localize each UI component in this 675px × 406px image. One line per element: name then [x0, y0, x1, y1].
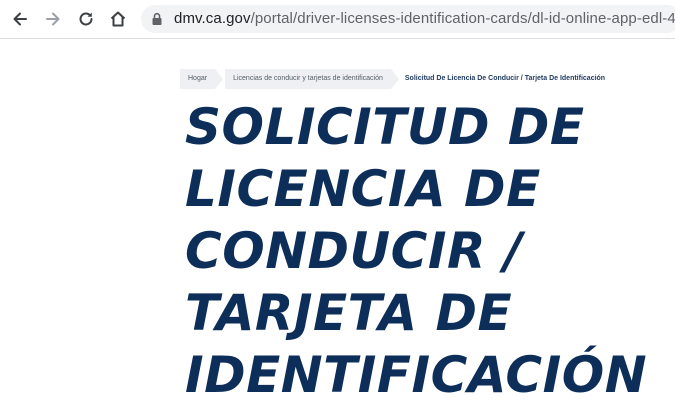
breadcrumb: Hogar Licencias de conducir y tarjetas d… [180, 69, 613, 89]
forward-arrow-icon[interactable] [41, 7, 65, 31]
page-title-line: IDENTIFICACIÓN [185, 346, 648, 404]
address-bar[interactable]: dmv.ca.gov/portal/driver-licenses-identi… [141, 5, 675, 33]
page-content: Hogar Licencias de conducir y tarjetas d… [0, 39, 675, 404]
page-title-line: SOLICITUD DE [185, 98, 585, 156]
back-arrow-icon[interactable] [8, 7, 32, 31]
breadcrumb-item-licenses[interactable]: Licencias de conducir y tarjetas de iden… [225, 69, 399, 89]
home-icon[interactable] [106, 7, 130, 31]
breadcrumb-item-current: Solicitud De Licencia De Conducir / Tarj… [404, 75, 606, 82]
page-title-line: TARJETA DE [185, 284, 513, 342]
url-path: /portal/driver-licenses-identification-c… [250, 10, 675, 27]
breadcrumb-item-home[interactable]: Hogar [180, 69, 224, 89]
reload-icon[interactable] [74, 7, 98, 31]
url-text[interactable]: dmv.ca.gov/portal/driver-licenses-identi… [174, 10, 675, 27]
url-domain: dmv.ca.gov [174, 10, 251, 27]
lock-icon[interactable] [151, 12, 163, 26]
browser-toolbar: dmv.ca.gov/portal/driver-licenses-identi… [0, 0, 675, 38]
page-title-line: CONDUCIR / [185, 222, 523, 280]
page-title: SOLICITUD DE LICENCIA DE CONDUCIR / TARJ… [185, 96, 675, 406]
page-title-line: LICENCIA DE [185, 160, 541, 218]
